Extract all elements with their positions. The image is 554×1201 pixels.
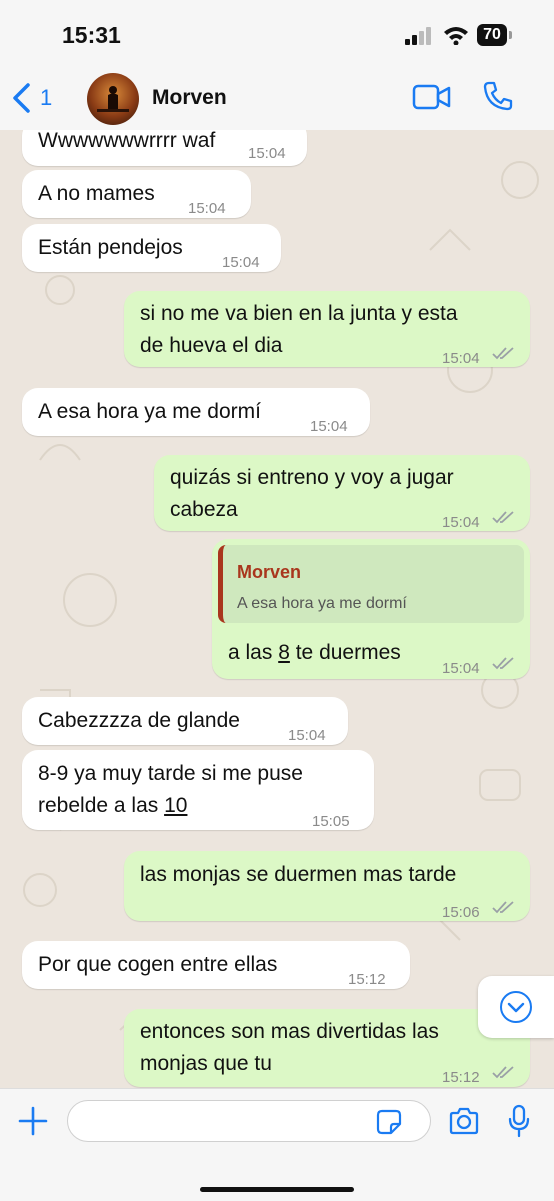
signal-icon <box>405 27 431 45</box>
message-outgoing[interactable]: quizás si entreno y voy a jugar cabeza 1… <box>154 455 530 531</box>
read-ticks-icon <box>492 511 514 524</box>
unread-count[interactable]: 1 <box>40 85 52 111</box>
message-link[interactable]: 10 <box>164 794 187 817</box>
message-text-line: rebelde a las 10 <box>38 790 187 821</box>
message-time: 15:04 <box>288 727 326 744</box>
home-indicator <box>200 1187 354 1192</box>
battery-level: 70 <box>483 26 501 43</box>
message-text-end: te duermes <box>289 641 401 664</box>
message-time: 15:04 <box>442 350 480 367</box>
message-link[interactable]: 8 <box>278 641 290 664</box>
message-outgoing[interactable]: las monjas se duermen mas tarde 15:06 <box>124 851 530 921</box>
message-time: 15:04 <box>248 145 286 162</box>
quoted-text: A esa hora ya me dormí <box>237 595 407 612</box>
message-incoming[interactable]: Wwwwwwwrrrr waf 15:04 <box>22 130 307 166</box>
back-chevron-icon[interactable] <box>10 82 34 114</box>
message-outgoing[interactable]: entonces son mas divertidas las monjas q… <box>124 1009 530 1087</box>
message-incoming[interactable]: Cabezzzza de glande 15:04 <box>22 697 348 745</box>
contact-name[interactable]: Morven <box>152 86 227 110</box>
message-text: A no mames <box>38 182 155 205</box>
quoted-message[interactable]: Morven A esa hora ya me dormí <box>218 545 524 623</box>
message-time: 15:04 <box>188 200 226 217</box>
message-time: 15:04 <box>222 254 260 271</box>
message-text-line: 8-9 ya muy tarde si me puse <box>38 762 303 785</box>
message-outgoing[interactable]: si no me va bien en la junta y esta de h… <box>124 291 530 367</box>
battery-icon: 70 <box>477 24 507 46</box>
status-time: 15:31 <box>62 22 121 48</box>
message-text-line: entonces son mas divertidas las <box>140 1020 439 1043</box>
message-text: Por que cogen entre ellas <box>38 953 278 976</box>
message-text: A esa hora ya me dormí <box>38 400 261 423</box>
read-ticks-icon <box>492 1066 514 1079</box>
message-text: a las 8 te duermes <box>228 637 401 668</box>
message-text-start: a las <box>228 641 279 664</box>
message-text-line: si no me va bien en la junta y esta <box>140 302 458 325</box>
message-text-line: monjas que tu <box>140 1052 272 1075</box>
message-text: Están pendejos <box>38 236 183 259</box>
scroll-to-bottom-button[interactable] <box>478 976 554 1038</box>
message-text-line: de hueva el dia <box>140 334 283 357</box>
read-ticks-icon <box>492 901 514 914</box>
chevron-down-circle-icon <box>500 991 532 1023</box>
read-ticks-icon <box>492 347 514 360</box>
avatar[interactable] <box>87 73 139 125</box>
message-incoming[interactable]: Están pendejos 15:04 <box>22 224 281 272</box>
plus-icon[interactable] <box>18 1106 48 1136</box>
message-composer <box>0 1088 554 1201</box>
message-time: 15:05 <box>312 813 350 830</box>
status-bar: 15:31 70 <box>0 0 554 66</box>
message-text: las monjas se duermen mas tarde <box>140 863 457 886</box>
message-text: Cabezzzza de glande <box>38 709 240 732</box>
message-time: 15:04 <box>442 514 480 531</box>
chat-header: 1 Morven <box>0 66 554 131</box>
camera-icon[interactable] <box>448 1107 480 1135</box>
message-incoming[interactable]: Por que cogen entre ellas 15:12 <box>22 941 410 989</box>
avatar-silhouette-icon <box>97 86 129 112</box>
message-time: 15:12 <box>442 1069 480 1086</box>
wifi-icon <box>444 27 468 45</box>
message-outgoing-reply[interactable]: Morven A esa hora ya me dormí a las 8 te… <box>212 539 530 679</box>
microphone-icon[interactable] <box>507 1104 531 1138</box>
message-text-line: cabeza <box>170 498 238 521</box>
message-time: 15:12 <box>348 971 386 988</box>
chat-area[interactable]: Wwwwwwwrrrr waf 15:04 A no mames 15:04 E… <box>0 130 554 1088</box>
message-text-start: rebelde a las <box>38 794 165 817</box>
message-incoming[interactable]: 8-9 ya muy tarde si me puse rebelde a la… <box>22 750 374 830</box>
battery-cap <box>509 31 512 39</box>
read-ticks-icon <box>492 657 514 670</box>
message-text: Wwwwwwwrrrr waf <box>38 130 216 152</box>
video-call-icon[interactable] <box>412 83 452 111</box>
message-time: 15:04 <box>442 660 480 677</box>
message-text-line: quizás si entreno y voy a jugar <box>170 466 454 489</box>
message-incoming[interactable]: A esa hora ya me dormí 15:04 <box>22 388 370 436</box>
message-time: 15:06 <box>442 904 480 921</box>
phone-call-icon[interactable] <box>482 80 514 112</box>
message-incoming[interactable]: A no mames 15:04 <box>22 170 251 218</box>
sticker-icon[interactable] <box>376 1109 402 1135</box>
message-time: 15:04 <box>310 418 348 435</box>
quoted-author: Morven <box>237 562 302 582</box>
